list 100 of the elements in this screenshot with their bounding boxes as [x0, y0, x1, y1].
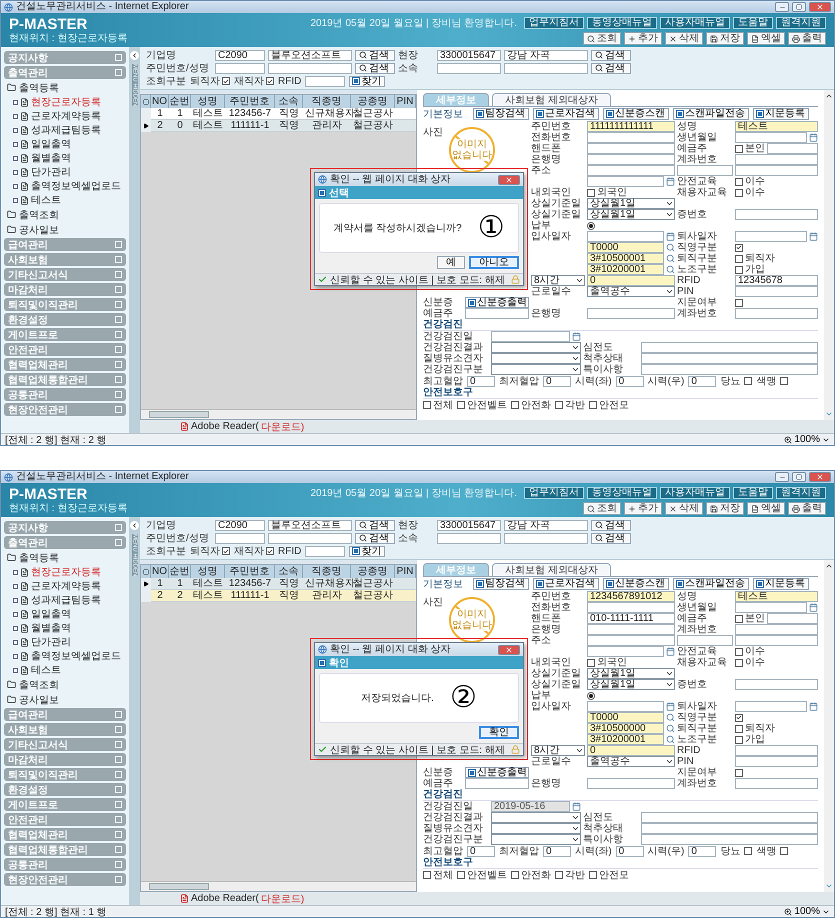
input-field[interactable]	[641, 823, 818, 834]
grid-row[interactable]: 2 0 테스트 111111-1 직영 관리자 철근공사	[141, 120, 416, 132]
date-field[interactable]	[587, 701, 664, 712]
date-field[interactable]	[587, 646, 664, 657]
form-button[interactable]: 신분증스캔	[603, 578, 669, 590]
input-field[interactable]: 3300015647	[437, 520, 501, 530]
input-field[interactable]	[735, 756, 818, 767]
menu-item[interactable]: 일일출역	[31, 137, 71, 151]
select-field[interactable]: 출역공수	[587, 756, 675, 767]
input-field[interactable]	[641, 834, 818, 845]
form-button[interactable]: 신분증출력	[465, 297, 529, 308]
input-field[interactable]	[504, 532, 588, 544]
checkbox[interactable]	[744, 847, 752, 855]
menu-item[interactable]: 단가관리	[31, 165, 71, 179]
input-field[interactable]	[587, 154, 675, 165]
checkbox[interactable]	[735, 648, 743, 656]
input-field[interactable]	[465, 308, 529, 319]
collapse-button[interactable]	[130, 51, 139, 60]
form-button[interactable]: 찾기	[349, 76, 386, 86]
search-icon[interactable]	[666, 243, 675, 252]
checkbox[interactable]	[735, 178, 743, 186]
toolbar-button[interactable]: 조회	[583, 32, 621, 45]
checkbox[interactable]	[735, 266, 743, 274]
input-field[interactable]: 블루오션소프트	[268, 520, 352, 530]
checkbox[interactable]	[457, 401, 465, 409]
calendar-icon[interactable]	[809, 603, 818, 612]
checkbox[interactable]	[266, 77, 274, 85]
dialog-button[interactable]: 확인	[479, 726, 519, 739]
input-field[interactable]: 0	[587, 275, 675, 286]
menu-item[interactable]: 출역정보엑셀업로드	[31, 649, 121, 663]
checkbox[interactable]	[423, 871, 431, 879]
search-icon[interactable]	[666, 713, 675, 722]
input-field[interactable]	[641, 812, 818, 823]
menu-item[interactable]: 출역등록	[19, 80, 59, 94]
maximize-button[interactable]	[792, 2, 806, 12]
zoom-control[interactable]: 100%	[784, 906, 830, 917]
calendar-icon[interactable]	[666, 177, 675, 186]
search-button[interactable]: 검색	[355, 50, 395, 60]
toolbar-button[interactable]: 엑셀	[747, 32, 785, 45]
toolbar-button[interactable]: 출력	[788, 32, 826, 45]
input-field[interactable]: 3#10500001	[587, 253, 664, 264]
checkbox[interactable]	[780, 847, 788, 855]
date-field[interactable]	[735, 231, 807, 242]
calendar-icon[interactable]	[666, 702, 675, 711]
input-field[interactable]: 3#10500000	[587, 723, 664, 734]
form-button[interactable]: 근로자검색	[533, 578, 599, 590]
close-button[interactable]	[498, 174, 520, 184]
toolbar-button[interactable]: 추가	[624, 502, 662, 515]
input-field[interactable]	[587, 165, 675, 176]
input-field[interactable]: 강남 자곡	[504, 520, 588, 530]
collapse-button[interactable]	[130, 521, 139, 530]
checkbox[interactable]	[511, 871, 519, 879]
header-link-button[interactable]: 사용자매뉴얼	[660, 17, 730, 29]
checkbox[interactable]	[735, 144, 743, 152]
input-field[interactable]	[677, 165, 733, 176]
menu-item[interactable]: 테스트	[31, 193, 61, 207]
checkbox[interactable]	[735, 736, 743, 744]
checkbox[interactable]	[735, 714, 743, 722]
input-field[interactable]: 3#10200001	[587, 734, 664, 745]
date-field[interactable]	[735, 132, 807, 143]
toolbar-button[interactable]: 엑셀	[747, 502, 785, 515]
tab[interactable]: 사회보험 제외대상자	[492, 93, 611, 106]
date-field[interactable]	[491, 331, 570, 342]
input-field[interactable]: 0	[587, 745, 675, 756]
menu-item[interactable]: 출역정보엑셀업로드	[31, 179, 121, 193]
checkbox[interactable]	[735, 768, 743, 776]
checkbox[interactable]	[780, 377, 788, 385]
form-button[interactable]: 스캔파일전송	[673, 578, 749, 590]
search-button[interactable]: 검색	[591, 520, 631, 530]
input-field[interactable]	[735, 679, 818, 690]
menu-item[interactable]: 테스트	[31, 663, 61, 677]
input-field[interactable]: 1234567891012	[587, 591, 675, 602]
select-field[interactable]: 출역공수	[587, 286, 675, 297]
input-field[interactable]	[587, 308, 675, 319]
select-field[interactable]: 상실월1일	[587, 679, 675, 690]
input-field[interactable]: 3300015647	[437, 50, 501, 60]
select-field[interactable]	[491, 834, 581, 845]
checkbox[interactable]	[555, 401, 563, 409]
input-field[interactable]	[735, 624, 818, 635]
select-field[interactable]: 상실월1일	[587, 209, 675, 220]
checkbox[interactable]	[735, 658, 743, 666]
select-field[interactable]	[491, 353, 581, 364]
input-field[interactable]	[677, 635, 733, 646]
input-field[interactable]: 0	[616, 846, 644, 856]
checkbox[interactable]	[423, 401, 431, 409]
input-field[interactable]	[268, 62, 352, 74]
dialog-button[interactable]: 예	[437, 256, 465, 269]
zoom-control[interactable]: 100%	[784, 434, 830, 445]
search-button[interactable]: 검색	[355, 520, 395, 530]
input-field[interactable]	[268, 532, 352, 544]
toolbar-button[interactable]: 조회	[583, 502, 621, 515]
input-field[interactable]	[735, 308, 818, 319]
input-field[interactable]: 3#10200001	[587, 264, 664, 275]
search-button[interactable]: 검색	[355, 532, 395, 544]
input-field[interactable]: 테스트	[735, 121, 818, 132]
input-field[interactable]	[735, 209, 818, 220]
input-field[interactable]	[767, 613, 818, 624]
download-link[interactable]: 다운로드)	[260, 892, 304, 906]
checkbox[interactable]	[744, 377, 752, 385]
input-field[interactable]	[735, 165, 818, 176]
